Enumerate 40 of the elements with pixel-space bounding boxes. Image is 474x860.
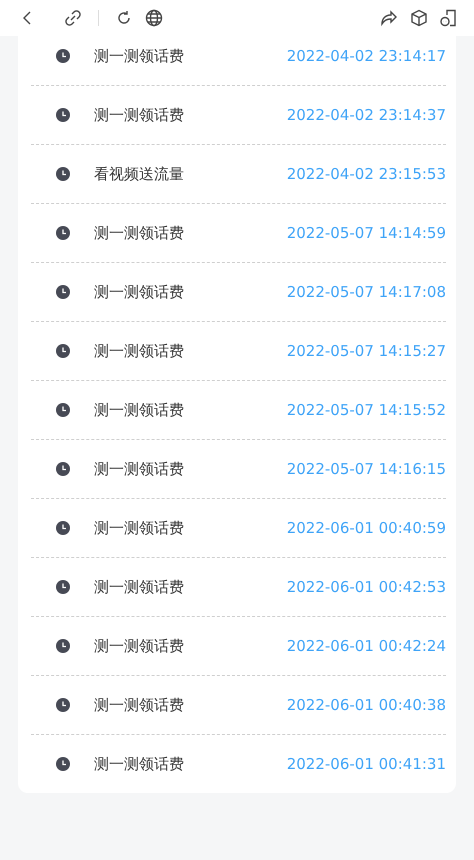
record-title: 测一测领话费 — [94, 46, 184, 67]
record-title: 测一测领话费 — [94, 518, 184, 539]
clock-icon — [56, 580, 70, 594]
globe-icon[interactable] — [143, 7, 165, 29]
record-title: 测一测领话费 — [94, 576, 184, 598]
clock-icon — [56, 226, 70, 240]
clock-icon — [56, 757, 70, 771]
clock-icon — [56, 167, 70, 181]
record-time: 2022-06-01 00:40:38 — [286, 694, 446, 716]
record-title: 测一测领话费 — [94, 340, 184, 362]
clock-icon — [56, 108, 70, 122]
record-time: 2022-04-02 23:15:53 — [286, 164, 446, 185]
record-time: 2022-04-02 23:14:17 — [286, 46, 446, 67]
record-time: 2022-06-01 00:40:59 — [286, 518, 446, 539]
record-title: 测一测领话费 — [94, 636, 184, 657]
record-title: 测一测领话费 — [94, 222, 184, 244]
record-title: 测一测领话费 — [94, 458, 184, 480]
clock-icon — [56, 521, 70, 535]
record-title: 看视频送流量 — [94, 164, 184, 185]
record-time: 2022-05-07 14:15:52 — [286, 400, 446, 421]
clock-icon — [56, 698, 70, 712]
clock-icon — [56, 403, 70, 417]
record-time: 2022-04-02 23:14:37 — [286, 104, 446, 126]
record-title: 测一测领话费 — [94, 694, 184, 716]
record-time: 2022-06-01 00:41:31 — [286, 754, 446, 775]
record-time: 2022-05-07 14:16:15 — [286, 458, 446, 480]
record-time: 2022-05-07 14:17:08 — [286, 282, 446, 303]
record-title: 测一测领话费 — [94, 104, 184, 126]
clock-icon — [56, 285, 70, 299]
clock-icon — [56, 49, 70, 63]
record-time: 2022-06-01 00:42:24 — [286, 636, 446, 657]
record-title: 测一测领话费 — [94, 400, 184, 421]
record-time: 2022-06-01 00:42:53 — [286, 576, 446, 598]
clock-icon — [56, 462, 70, 476]
record-time: 2022-05-07 14:14:59 — [286, 222, 446, 244]
clock-icon — [56, 639, 70, 653]
record-title: 测一测领话费 — [94, 754, 184, 775]
clock-icon — [56, 344, 70, 358]
record-time: 2022-05-07 14:15:27 — [286, 340, 446, 362]
record-title: 测一测领话费 — [94, 282, 184, 303]
